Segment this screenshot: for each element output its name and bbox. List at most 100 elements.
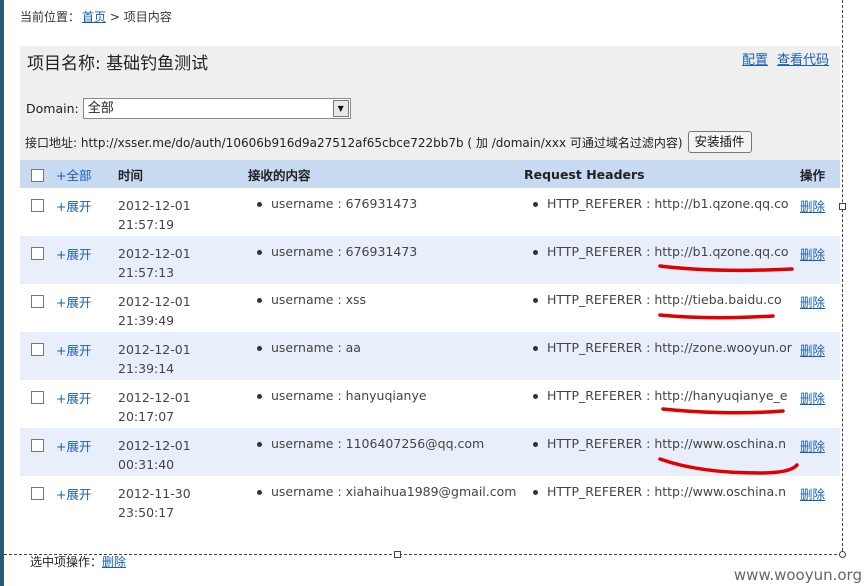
bullet-icon <box>257 346 262 351</box>
expand-toggle[interactable]: +展开 <box>56 439 91 454</box>
selection-border-right <box>842 0 843 556</box>
chevron-down-icon[interactable]: ▼ <box>332 100 349 117</box>
row-delete-link[interactable]: 删除 <box>800 487 825 502</box>
row-content: username : 1106407256@qq.com <box>271 436 485 451</box>
row-time: 00:31:40 <box>118 457 175 472</box>
row-header: HTTP_REFERER : http://b1.qzone.qq.co <box>547 196 789 211</box>
api-address-text: 接口地址: http://xsser.me/do/auth/10606b916d… <box>25 135 683 150</box>
row-date: 2012-11-30 <box>118 486 191 501</box>
row-delete-link[interactable]: 删除 <box>800 439 825 454</box>
bullet-icon <box>533 250 538 255</box>
domain-select-value: 全部 <box>87 101 114 116</box>
row-time: 21:57:19 <box>118 217 175 232</box>
config-link[interactable]: 配置 <box>742 53 768 68</box>
table-row: +展开 2012-12-01 21:39:14 username : aa HTT… <box>20 332 840 380</box>
header-time: 时间 <box>118 160 248 188</box>
row-date: 2012-12-01 <box>118 342 191 357</box>
row-time: 23:50:17 <box>118 505 175 520</box>
row-header: HTTP_REFERER : http://zone.wooyun.or <box>547 340 792 355</box>
log-table: +全部 时间 接收的内容 Request Headers 操作 +展开 2012… <box>20 160 840 524</box>
row-header: HTTP_REFERER : http://hanyuqianye_e <box>547 388 788 403</box>
row-content: username : hanyuqianye <box>271 388 427 403</box>
selection-border-bottom <box>4 554 842 555</box>
row-delete-link[interactable]: 删除 <box>800 391 825 406</box>
domain-select[interactable]: 全部 ▼ <box>82 98 351 119</box>
left-edge-rule <box>0 0 4 586</box>
bullet-icon <box>533 298 538 303</box>
row-delete-link[interactable]: 删除 <box>800 199 825 214</box>
breadcrumb-home-link[interactable]: 首页 <box>82 10 106 24</box>
row-checkbox[interactable] <box>31 247 44 260</box>
expand-toggle[interactable]: +展开 <box>56 487 91 502</box>
expand-all-toggle[interactable]: +全部 <box>56 168 91 183</box>
breadcrumb-separator: > <box>106 10 124 24</box>
expand-toggle[interactable]: +展开 <box>56 199 91 214</box>
bulk-action-label: 选中项操作： <box>30 555 103 569</box>
bullet-icon <box>533 202 538 207</box>
row-checkbox[interactable] <box>31 439 44 452</box>
row-content: username : 676931473 <box>271 196 418 211</box>
row-checkbox[interactable] <box>31 199 44 212</box>
breadcrumb-prefix: 当前位置： <box>20 10 81 24</box>
bulk-delete-link[interactable]: 删除 <box>102 555 126 569</box>
resize-handle-corner[interactable] <box>839 551 846 558</box>
watermark-text: www.wooyun.org <box>733 566 862 584</box>
row-time: 21:57:13 <box>118 265 175 280</box>
api-address-row: 接口地址: http://xsser.me/do/auth/10606b916d… <box>25 131 752 153</box>
row-checkbox[interactable] <box>31 391 44 404</box>
domain-label: Domain: <box>26 101 79 116</box>
expand-toggle[interactable]: +展开 <box>56 343 91 358</box>
row-header: HTTP_REFERER : http://www.oschina.n <box>547 484 787 499</box>
row-content: username : aa <box>271 340 361 355</box>
table-row: +展开 2012-12-01 21:57:13 username : 676931… <box>20 236 840 284</box>
bullet-icon <box>533 490 538 495</box>
select-all-checkbox[interactable] <box>31 169 44 182</box>
resize-handle-right[interactable] <box>839 203 846 210</box>
row-date: 2012-12-01 <box>118 390 191 405</box>
page-title: 项目名称: 基础钓鱼测试 <box>27 54 209 74</box>
row-delete-link[interactable]: 删除 <box>800 247 825 262</box>
header-action: 操作 <box>800 160 840 188</box>
row-date: 2012-12-01 <box>118 294 191 309</box>
resize-handle-bottom[interactable] <box>394 551 401 558</box>
row-date: 2012-12-01 <box>118 246 191 261</box>
row-content: username : xiahaihua1989@gmail.com <box>271 484 517 499</box>
bulk-action-bar: 选中项操作：删除 <box>30 553 126 570</box>
breadcrumb-current: 项目内容 <box>123 10 172 24</box>
bullet-icon <box>533 442 538 447</box>
row-date: 2012-12-01 <box>118 198 191 213</box>
header-content: 接收的内容 <box>248 160 524 188</box>
row-checkbox[interactable] <box>31 295 44 308</box>
table-row: +展开 2012-12-01 21:57:19 username : 676931… <box>20 188 840 236</box>
header-checkbox-cell <box>20 160 56 188</box>
row-checkbox[interactable] <box>31 487 44 500</box>
bullet-icon <box>257 442 262 447</box>
header-expand-all-cell: +全部 <box>56 160 118 188</box>
project-panel: 项目名称: 基础钓鱼测试 配置 查看代码 Domain: 全部 ▼ 接口地址: h… <box>20 46 840 160</box>
table-row: +展开 2012-11-30 23:50:17 username : xiahai… <box>20 476 840 524</box>
install-plugin-button[interactable]: 安装插件 <box>687 131 752 153</box>
domain-filter: Domain: 全部 ▼ <box>26 98 351 119</box>
expand-toggle[interactable]: +展开 <box>56 391 91 406</box>
expand-toggle[interactable]: +展开 <box>56 295 91 310</box>
row-delete-link[interactable]: 删除 <box>800 295 825 310</box>
bullet-icon <box>533 346 538 351</box>
table-header-row: +全部 时间 接收的内容 Request Headers 操作 <box>20 160 840 188</box>
row-content: username : xss <box>271 292 367 307</box>
expand-toggle[interactable]: +展开 <box>56 247 91 262</box>
bullet-icon <box>257 250 262 255</box>
bullet-icon <box>257 202 262 207</box>
row-checkbox[interactable] <box>31 343 44 356</box>
row-delete-link[interactable]: 删除 <box>800 343 825 358</box>
table-row: +展开 2012-12-01 21:39:49 username : xss HT… <box>20 284 840 332</box>
bullet-icon <box>257 298 262 303</box>
header-request-headers: Request Headers <box>524 160 800 188</box>
row-time: 20:17:07 <box>118 409 175 424</box>
row-time: 21:39:49 <box>118 313 175 328</box>
view-code-link[interactable]: 查看代码 <box>777 53 829 68</box>
row-header: HTTP_REFERER : http://www.oschina.n <box>547 436 787 451</box>
table-row: +展开 2012-12-01 20:17:07 username : hanyuq… <box>20 380 840 428</box>
row-date: 2012-12-01 <box>118 438 191 453</box>
row-header: HTTP_REFERER : http://b1.qzone.qq.co <box>547 244 789 259</box>
breadcrumb: 当前位置： 首页 > 项目内容 <box>20 8 172 25</box>
